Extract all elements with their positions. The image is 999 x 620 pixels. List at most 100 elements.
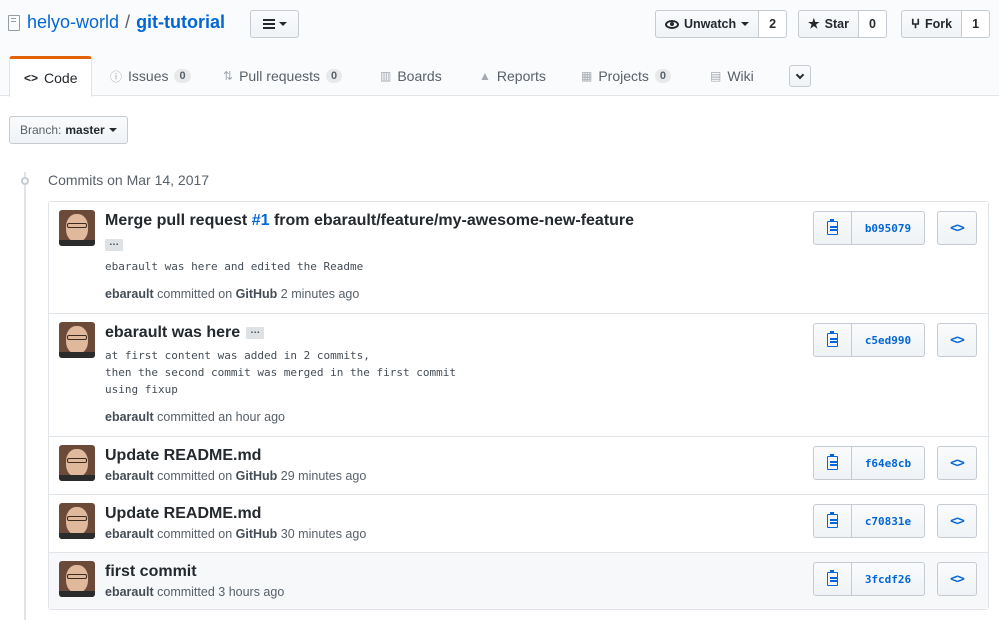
sha-group: f64e8cb — [813, 446, 925, 480]
avatar[interactable] — [59, 210, 95, 246]
commit-title[interactable]: first commit — [105, 563, 197, 581]
avatar[interactable] — [59, 561, 95, 597]
star-button[interactable]: ★ Star — [798, 10, 859, 38]
tab-projects[interactable]: ▦ Projects 0 — [581, 56, 672, 96]
watch-action: Unwatch 2 — [655, 10, 788, 38]
avatar[interactable] — [59, 445, 95, 481]
code-icon: <> — [24, 71, 39, 85]
book-icon: ▤ — [710, 69, 722, 83]
project-icon: ▦ — [581, 69, 593, 83]
commit-author[interactable]: ebarault — [105, 585, 154, 599]
branch-select-button[interactable]: Branch: master — [9, 116, 128, 144]
repo-icon — [8, 14, 20, 31]
repo-owner-link[interactable]: helyo-world — [27, 12, 119, 33]
commit-title-text[interactable]: Merge pull request — [105, 212, 252, 229]
tab-label: Issues — [128, 68, 169, 84]
graph-icon: ▲ — [479, 69, 491, 83]
projects-counter: 0 — [654, 69, 672, 83]
repo-list-menu-button[interactable] — [250, 10, 299, 38]
browse-repo-button[interactable]: <> — [937, 504, 977, 538]
commit-group-heading: Commits on Mar 14, 2017 — [48, 172, 210, 188]
commit-title[interactable]: ebarault was here … — [105, 324, 265, 342]
copy-sha-button[interactable] — [813, 211, 852, 245]
commit-description: ebarault was here and edited the Readme — [105, 260, 364, 273]
timeline-line — [24, 172, 26, 620]
unwatch-label: Unwatch — [684, 17, 737, 31]
tab-label: Reports — [496, 68, 546, 84]
sha-group: c70831e — [813, 504, 925, 538]
fork-button[interactable]: ⵖ Fork — [901, 10, 963, 38]
tab-label: Boards — [397, 68, 442, 84]
tab-pull-requests[interactable]: ⇅ Pull requests 0 — [223, 56, 343, 96]
ellipsis-button[interactable]: … — [246, 325, 265, 339]
commit-sha-link[interactable]: 3fcdf26 — [852, 562, 925, 596]
copy-sha-button[interactable] — [813, 562, 852, 596]
commit-time: 30 minutes ago — [280, 527, 367, 541]
commit-title-text[interactable]: from ebarault/feature/my-awesome-new-fea… — [270, 212, 634, 229]
commit-title-text[interactable]: ebarault was here — [105, 324, 240, 341]
tab-reports[interactable]: ▲ Reports — [479, 56, 546, 96]
clipboard-icon — [827, 331, 838, 347]
sha-group: b095079 — [813, 211, 925, 245]
branch-value: master — [65, 123, 105, 137]
commit-time: 3 hours ago — [218, 585, 285, 599]
commit-time: an hour ago — [218, 410, 285, 424]
watchers-count[interactable]: 2 — [759, 10, 788, 38]
commit-meta: ebarault committed 3 hours ago — [105, 585, 284, 599]
commit-time: 29 minutes ago — [280, 469, 367, 483]
commit-title[interactable]: Update README.md — [105, 447, 261, 465]
forks-count[interactable]: 1 — [962, 10, 991, 38]
tab-code[interactable]: <> Code — [9, 56, 93, 97]
browse-repo-button[interactable]: <> — [937, 446, 977, 480]
pull-request-link[interactable]: #1 — [252, 212, 270, 229]
more-tabs-button[interactable] — [789, 65, 811, 87]
avatar[interactable] — [59, 503, 95, 539]
unwatch-button[interactable]: Unwatch — [655, 10, 760, 38]
commit-author[interactable]: ebarault — [105, 527, 154, 541]
browse-repo-button[interactable]: <> — [937, 211, 977, 245]
tab-issues[interactable]: ⓘ Issues 0 — [110, 56, 191, 96]
commit-author[interactable]: ebarault — [105, 410, 154, 424]
fork-icon: ⵖ — [911, 17, 921, 31]
star-label: Star — [824, 17, 849, 31]
copy-sha-button[interactable] — [813, 504, 852, 538]
clipboard-icon — [827, 512, 838, 528]
caret-down-icon — [278, 22, 287, 26]
sha-group: 3fcdf26 — [813, 562, 925, 596]
committed-text: committed on — [157, 469, 233, 483]
commit-platform: GitHub — [235, 527, 278, 541]
avatar[interactable] — [59, 322, 95, 358]
caret-down-icon — [108, 128, 117, 132]
star-action: ★ Star 0 — [798, 10, 887, 38]
commit-platform: GitHub — [235, 469, 278, 483]
commit-row: Merge pull request #1 from ebarault/feat… — [49, 202, 988, 313]
tab-label: Code — [44, 70, 78, 86]
commit-author[interactable]: ebarault — [105, 469, 154, 483]
copy-sha-button[interactable] — [813, 323, 852, 357]
browse-repo-button[interactable]: <> — [937, 562, 977, 596]
commit-sha-link[interactable]: c5ed990 — [852, 323, 925, 357]
commit-meta: ebarault committed on GitHub 2 minutes a… — [105, 287, 359, 301]
tab-label: Projects — [598, 68, 649, 84]
copy-sha-button[interactable] — [813, 446, 852, 480]
ellipsis-button[interactable]: … — [105, 238, 123, 252]
commit-sha-link[interactable]: b095079 — [852, 211, 925, 245]
commit-sha-link[interactable]: f64e8cb — [852, 446, 925, 480]
repo-separator: / — [125, 12, 131, 32]
committed-text: committed on — [157, 527, 233, 541]
commit-meta: ebarault committed on GitHub 29 minutes … — [105, 469, 366, 483]
tab-boards[interactable]: ▥ Boards — [380, 56, 442, 96]
commit-author[interactable]: ebarault — [105, 287, 154, 301]
tab-wiki[interactable]: ▤ Wiki — [710, 56, 754, 96]
commit-title[interactable]: Merge pull request #1 from ebarault/feat… — [105, 212, 634, 230]
stargazers-count[interactable]: 0 — [858, 10, 887, 38]
repo-nav: <> Code ⓘ Issues 0 ⇅ Pull requests 0 ▥ B… — [0, 56, 999, 97]
repo-name-link[interactable]: git-tutorial — [136, 12, 225, 33]
fork-action: ⵖ Fork 1 — [901, 10, 991, 38]
browse-repo-button[interactable]: <> — [937, 323, 977, 357]
commit-sha-link[interactable]: c70831e — [852, 504, 925, 538]
eye-icon — [665, 19, 679, 29]
committed-text: committed — [157, 585, 215, 599]
commit-title[interactable]: Update README.md — [105, 505, 261, 523]
commit-meta: ebarault committed on GitHub 30 minutes … — [105, 527, 366, 541]
